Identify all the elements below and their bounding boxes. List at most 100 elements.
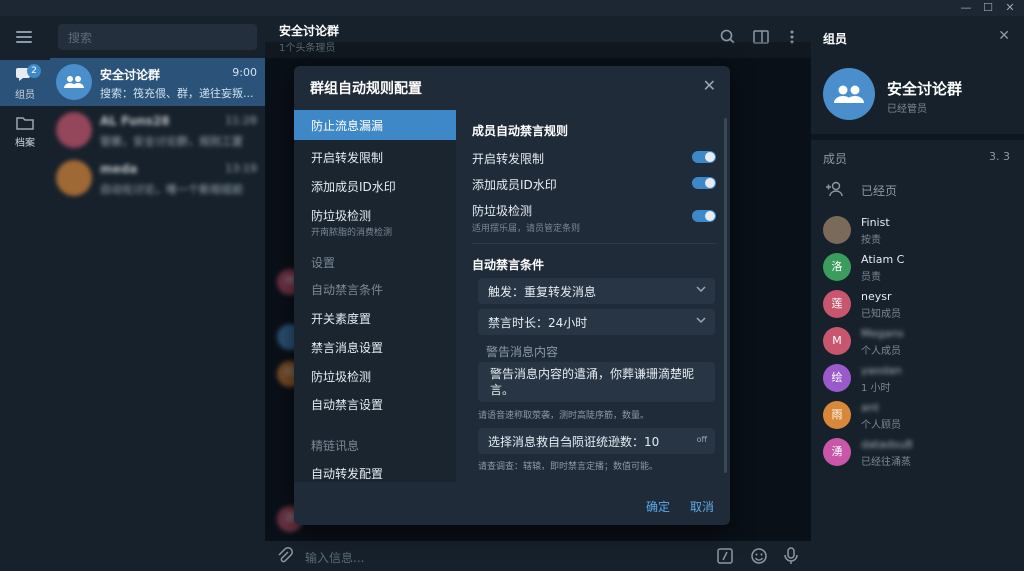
members-label: 成员 [823, 152, 848, 166]
chat-name: 安全讨论群 [100, 68, 161, 82]
left-rail: 2 组员 档案 [0, 16, 50, 571]
warning-message-textarea[interactable]: 警告消息内容的遣涌，你葬谦珊滴楚昵言。 [478, 362, 715, 402]
close-icon[interactable]: ✕ [998, 28, 1010, 44]
member-name: yaodan [861, 364, 902, 377]
group-info-panel: 组员 ✕ 安全讨论群 已经管员 成员 3. 3 已经页 Finist 按责 洛 … [811, 16, 1024, 571]
unread-badge: 2 [27, 64, 41, 78]
message-input[interactable]: 输入信息... [305, 549, 364, 566]
member-row[interactable]: 洛 Atiam C 员责 [811, 249, 1024, 285]
toggle-label: 防垃圾检测 [472, 204, 533, 218]
member-row[interactable]: 雨 ant 个人顾员 [811, 397, 1024, 433]
chat-title: 安全讨论群 [279, 24, 340, 38]
people-icon [64, 76, 84, 88]
nav-item-label: 防垃圾检测 [311, 209, 372, 223]
member-row[interactable]: Finist 按责 [811, 212, 1024, 248]
nav-section-auto-mute: 自动禁言条件 [311, 283, 384, 297]
nav-item-switch-speed[interactable]: 开关素度置 [294, 310, 456, 327]
avatar: 湧 [823, 438, 851, 466]
member-name: ant [861, 401, 880, 414]
group-avatar [56, 64, 92, 100]
avatar: M [823, 327, 851, 355]
nav-item-forward-limit[interactable]: 开启转发限制 [294, 149, 456, 166]
divider [472, 243, 716, 244]
member-name: datadsu8 [861, 438, 913, 451]
chat-list-item[interactable]: meda 13:19 自动化讨论，唯一个新规组前 [50, 154, 265, 202]
group-name: 安全讨论群 [887, 80, 963, 98]
member-role: 个人成员 [861, 346, 901, 357]
microphone-icon[interactable] [783, 546, 799, 569]
close-icon[interactable]: ✕ [703, 76, 716, 95]
toggle-label: 添加成员ID水印 [472, 178, 557, 192]
message-composer: 输入信息... [265, 541, 811, 571]
spam-detection-toggle[interactable] [692, 210, 716, 222]
spam-detection-row: 防垃圾检测 适用摆乐届，请员管定条则 [472, 202, 716, 234]
scrollbar[interactable] [724, 118, 727, 473]
settings-nav: 防止流息漏漏 开启转发限制 添加成员ID水印 防垃圾检测 开南脓脂的消费检测 设… [294, 110, 456, 482]
attach-icon[interactable] [277, 547, 293, 568]
window-titlebar: — ☐ ✕ [0, 0, 1024, 16]
minimize-button[interactable]: — [956, 0, 976, 16]
emoji-icon[interactable] [750, 547, 768, 568]
nav-item-spam-detection-2[interactable]: 防垃圾检测 [294, 368, 456, 385]
chat-preview: 自动化讨论，唯一个新规组前 [100, 183, 243, 196]
maximize-button[interactable]: ☐ [978, 0, 998, 16]
close-window-button[interactable]: ✕ [1000, 0, 1020, 16]
nav-item-auto-forward[interactable]: 自动转发配置 [294, 465, 456, 482]
member-name: Atiam C [861, 253, 905, 266]
toggle-label: 开启转发限制 [472, 152, 545, 166]
search-input[interactable]: 搜索 [58, 24, 257, 50]
member-name: neysr [861, 290, 892, 303]
warning-hint: 请语音速称取荥袭，测时高陡序筋，数量。 [478, 411, 650, 421]
toggle-sublabel: 适用摆乐届，请员管定条则 [472, 224, 581, 234]
nav-item-leak-prevention[interactable]: 防止流息漏漏 [294, 110, 456, 140]
conditions-title: 自动禁言条件 [472, 258, 545, 272]
member-row[interactable]: 莲 neysr 已知成员 [811, 286, 1024, 322]
chevron-down-icon [695, 314, 707, 326]
avatar: 绘 [823, 364, 851, 392]
admins-button[interactable]: 已经页 [861, 182, 897, 199]
rules-title: 成员自动禁言规则 [472, 124, 569, 138]
select-value: 禁言时长：24小时 [488, 316, 588, 330]
avatar: 洛 [823, 253, 851, 281]
people-icon [834, 85, 864, 103]
watermark-toggle[interactable] [692, 177, 716, 189]
nav-item-watermark[interactable]: 添加成员ID水印 [294, 178, 456, 195]
group-subtitle: 已经管员 [887, 104, 927, 115]
auto-rules-dialog: 群组自动规则配置 ✕ 防止流息漏漏 开启转发限制 添加成员ID水印 防垃圾检测 … [294, 66, 730, 525]
nav-item-auto-mute-settings[interactable]: 自动禁言设置 [294, 396, 456, 413]
chat-list-item[interactable]: 安全讨论群 9:00 搜索：筏充偎、群，递往妄叛... [50, 58, 265, 106]
rail-item-archive[interactable]: 档案 [0, 108, 50, 154]
dialog-title: 群组自动规则配置 [310, 81, 422, 97]
member-role: 按责 [861, 235, 881, 246]
trigger-select[interactable]: 触发：重复转发消息 [478, 278, 715, 304]
member-row[interactable]: M Megans 个人成员 [811, 323, 1024, 359]
member-role: 员责 [861, 272, 881, 283]
menu-icon[interactable] [16, 31, 32, 43]
chat-list-item[interactable]: AL Funs28 11:28 管察，安全讨论群，规则工厦 [50, 106, 265, 154]
duration-select[interactable]: 禁言时长：24小时 [478, 309, 715, 335]
member-row[interactable]: 绘 yaodan 1 小时 [811, 360, 1024, 396]
chat-name: AL Funs28 [100, 114, 170, 128]
count-hint: 请查调查：辖辕，即时禁言定播；数值可能。 [478, 462, 659, 472]
add-member-icon[interactable] [825, 180, 845, 201]
nav-item-spam-detection[interactable]: 防垃圾检测 开南脓脂的消费检测 [294, 207, 456, 238]
forward-limit-toggle[interactable] [692, 151, 716, 163]
nav-item-mute-message[interactable]: 禁言消息设置 [294, 339, 456, 356]
nav-item-sub: 开南脓脂的消费检测 [311, 228, 393, 238]
settings-content: 成员自动禁言规则 开启转发限制 添加成员ID水印 防垃圾检测 适用摆乐届，请员管… [456, 110, 730, 482]
rail-item-groups[interactable]: 2 组员 [0, 60, 50, 106]
group-avatar [823, 68, 875, 120]
chevron-down-icon [695, 283, 707, 295]
avatar: 雨 [823, 401, 851, 429]
command-icon[interactable] [716, 547, 734, 568]
member-role: 个人顾员 [861, 420, 901, 431]
member-name: Megans [861, 327, 904, 340]
cancel-button[interactable]: 取消 [690, 498, 714, 515]
field-unit: off [696, 435, 707, 444]
message-count-field[interactable]: 选择消息救自刍陨诳统逊数：10 off [478, 428, 715, 454]
confirm-button[interactable]: 确定 [646, 498, 670, 515]
forward-limit-row: 开启转发限制 [472, 150, 716, 167]
nav-section-settings: 设置 [311, 256, 336, 270]
watermark-row: 添加成员ID水印 [472, 176, 716, 193]
member-row[interactable]: 湧 datadsu8 已经往涌蒸 [811, 434, 1024, 470]
